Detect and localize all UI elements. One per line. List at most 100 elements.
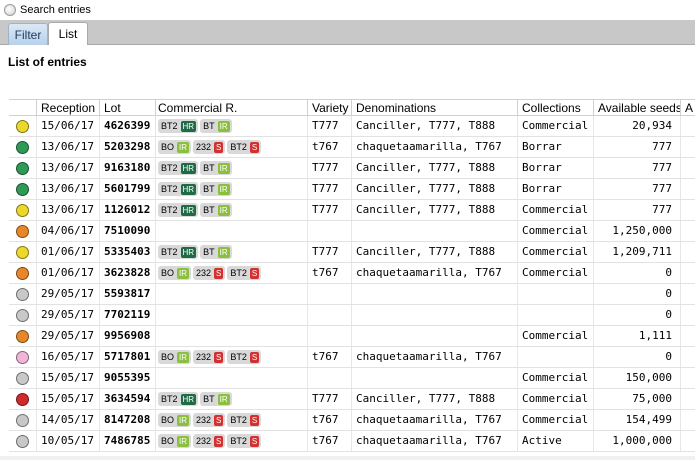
- table-row[interactable]: 01/06/17 3623828 BO IR 232 S BT2 St767 chaquetaa…: [9, 263, 695, 284]
- lot-number: 7510090: [100, 221, 156, 241]
- column-header-reception[interactable]: Reception: [37, 100, 100, 116]
- table-row[interactable]: 29/05/17 5593817 0: [9, 284, 695, 305]
- badge-code: BO: [161, 142, 175, 152]
- badge-level: S: [249, 141, 260, 153]
- table-row[interactable]: 13/06/17 9163180 BT2 HR BT IR T777 Canciller, T…: [9, 158, 695, 179]
- table-row[interactable]: 04/06/17 7510090 Commercial 1,250,000: [9, 221, 695, 242]
- table-row[interactable]: 13/06/17 1126012 BT2 HR BT IR T777 Canciller, T…: [9, 200, 695, 221]
- table-row[interactable]: 15/05/17 9055395 Commercial 150,000: [9, 368, 695, 389]
- available-seeds: 1,111: [594, 326, 681, 346]
- reception-date: 15/06/17: [37, 116, 100, 136]
- denominations: chaquetaamarilla, T767: [352, 263, 518, 283]
- status-dot-icon: [16, 287, 29, 301]
- variety: T777: [308, 242, 352, 262]
- commercial-r-cell: BO IR 232 S BT2 S: [156, 263, 308, 283]
- collection: Commercial: [518, 263, 594, 283]
- resistance-badge: BT IR: [200, 392, 232, 406]
- denominations: [352, 284, 518, 304]
- table-row[interactable]: 14/05/17 8147208 BO IR 232 S BT2 St767 chaquetaa…: [9, 410, 695, 431]
- table-row[interactable]: 10/05/17 7486785 BO IR 232 S BT2 St767 chaquetaa…: [9, 431, 695, 452]
- denominations: Canciller, T777, T888: [352, 158, 518, 178]
- table-row[interactable]: 13/06/17 5601799 BT2 HR BT IR T777 Canciller, T…: [9, 179, 695, 200]
- badge-level: S: [214, 267, 224, 279]
- commercial-r-cell: BO IR 232 S BT2 S: [156, 431, 308, 451]
- commercial-r-cell: [156, 368, 308, 388]
- column-header-commercial[interactable]: Commercial R.: [156, 100, 308, 116]
- column-header-lot[interactable]: Lot: [100, 100, 156, 116]
- badge-level: IR: [177, 351, 190, 363]
- resistance-badge: BT2 HR: [158, 203, 199, 217]
- tab-filter[interactable]: Filter: [8, 23, 48, 45]
- available-seeds: 150,000: [594, 368, 681, 388]
- table-row[interactable]: 15/06/17 4626399 BT2 HR BT IR T777 Canciller, T…: [9, 116, 695, 137]
- status-cell: [9, 410, 37, 430]
- badge-level: HR: [180, 393, 197, 405]
- badge-level: IR: [177, 414, 190, 426]
- commercial-r-cell: [156, 305, 308, 325]
- denominations: Canciller, T777, T888: [352, 242, 518, 262]
- table-row[interactable]: 15/05/17 3634594 BT2 HR BT IR T777 Canciller, T…: [9, 389, 695, 410]
- available-seeds: 0: [594, 263, 681, 283]
- status-cell: [9, 347, 37, 367]
- variety: t767: [308, 410, 352, 430]
- collection: Commercial: [518, 326, 594, 346]
- tab-list[interactable]: List: [48, 22, 88, 45]
- column-header-denominations[interactable]: Denominations: [352, 100, 518, 116]
- variety: [308, 326, 352, 346]
- resistance-badge: BO IR: [158, 266, 192, 280]
- reception-date: 14/05/17: [37, 410, 100, 430]
- badge-level: HR: [180, 120, 197, 132]
- table-row[interactable]: 29/05/17 7702119 0: [9, 305, 695, 326]
- resistance-badge: BT IR: [200, 182, 232, 196]
- column-header-collections[interactable]: Collections: [518, 100, 594, 116]
- denominations: [352, 326, 518, 346]
- available-seeds: 0: [594, 347, 681, 367]
- resistance-badge: 232 S: [193, 413, 226, 427]
- badge-code: BT2: [161, 184, 178, 194]
- table-row[interactable]: 01/06/17 5335403 BT2 HR BT IR T777 Canciller, T…: [9, 242, 695, 263]
- resistance-badge: BT2 S: [227, 266, 262, 280]
- column-header-variety[interactable]: Variety: [308, 100, 352, 116]
- badge-code: BT2: [161, 247, 178, 257]
- badge-code: BT: [203, 247, 215, 257]
- reception-date: 13/06/17: [37, 200, 100, 220]
- badge-level: S: [214, 351, 224, 363]
- denominations: chaquetaamarilla, T767: [352, 410, 518, 430]
- lot-number: 5335403: [100, 242, 156, 262]
- column-header-available-seeds[interactable]: Available seeds: [594, 100, 681, 116]
- available-seeds: 20,934: [594, 116, 681, 136]
- badge-level: S: [214, 435, 224, 447]
- lot-number: 8147208: [100, 410, 156, 430]
- badge-level: S: [249, 267, 260, 279]
- lot-number: 9956908: [100, 326, 156, 346]
- available-seeds: 1,000,000: [594, 431, 681, 451]
- status-dot-icon: [16, 434, 29, 448]
- collection: Commercial: [518, 116, 594, 136]
- status-cell: [9, 389, 37, 409]
- resistance-badge: BT IR: [200, 203, 232, 217]
- available-seeds: 154,499: [594, 410, 681, 430]
- badge-level: S: [214, 414, 224, 426]
- resistance-badge: 232 S: [193, 434, 226, 448]
- column-header-truncated[interactable]: A: [681, 100, 695, 116]
- reception-date: 29/05/17: [37, 326, 100, 346]
- commercial-r-cell: BT2 HR BT IR: [156, 200, 308, 220]
- column-header-status[interactable]: [9, 100, 37, 116]
- truncated-cell: [681, 347, 695, 367]
- badge-level: S: [249, 351, 260, 363]
- resistance-badge: 232 S: [193, 140, 226, 154]
- collection: Active: [518, 431, 594, 451]
- truncated-cell: [681, 263, 695, 283]
- denominations: [352, 221, 518, 241]
- badge-level: S: [249, 435, 260, 447]
- table-row[interactable]: 16/05/17 5717801 BO IR 232 S BT2 St767 chaquetaa…: [9, 347, 695, 368]
- resistance-badge: BO IR: [158, 413, 192, 427]
- status-dot-icon: [16, 161, 29, 175]
- reception-date: 04/06/17: [37, 221, 100, 241]
- reception-date: 10/05/17: [37, 431, 100, 451]
- collection: Borrar: [518, 137, 594, 157]
- table-row[interactable]: 13/06/17 5203298 BO IR 232 S BT2 St767 chaquetaa…: [9, 137, 695, 158]
- window-titlebar: Search entries: [0, 0, 695, 20]
- table-row[interactable]: 29/05/17 9956908 Commercial 1,111: [9, 326, 695, 347]
- truncated-cell: [681, 179, 695, 199]
